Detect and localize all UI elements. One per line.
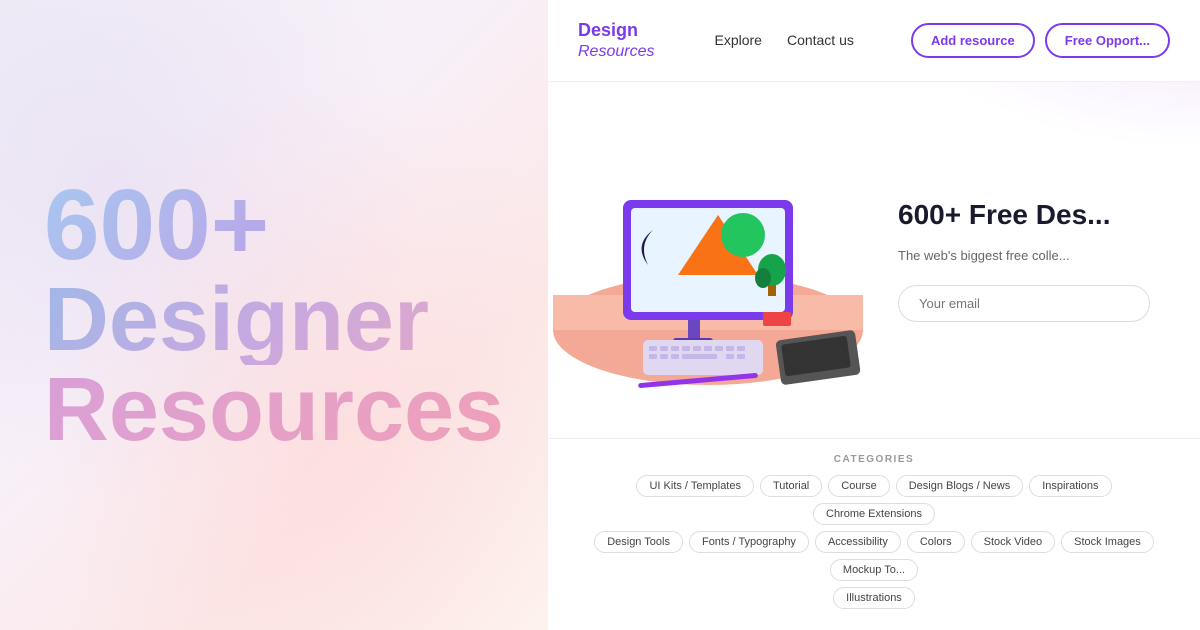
hero-subtitle: The web's biggest free colle... [898, 246, 1150, 266]
category-tag[interactable]: Mockup To... [830, 559, 918, 581]
category-tag[interactable]: Chrome Extensions [813, 503, 935, 525]
logo-resources: Resources [578, 42, 654, 61]
free-opport-button[interactable]: Free Opport... [1045, 23, 1170, 58]
illustration-container [548, 120, 878, 400]
hero-number: 600+ [44, 175, 504, 275]
hero-text-block: 600+ Designer Resources [44, 175, 504, 455]
hero-illustration [548, 120, 873, 400]
logo[interactable]: Design Resources [578, 20, 654, 61]
hero-word1: Designer [44, 275, 504, 365]
nav-explore[interactable]: Explore [714, 32, 761, 48]
category-tag[interactable]: Design Tools [594, 531, 683, 553]
category-tag[interactable]: Inspirations [1029, 475, 1111, 497]
category-tags-row-3: Illustrations [573, 587, 1175, 609]
left-panel: 600+ Designer Resources [0, 0, 548, 630]
category-tag[interactable]: Stock Video [971, 531, 1056, 553]
category-tag[interactable]: Colors [907, 531, 965, 553]
category-tags-row-2: Design Tools Fonts / Typography Accessibil… [573, 531, 1175, 581]
nav-buttons: Add resource Free Opport... [911, 23, 1170, 58]
category-tag[interactable]: Stock Images [1061, 531, 1154, 553]
category-tags-row-1: UI Kits / Templates Tutorial Course Design … [573, 475, 1175, 525]
email-input-wrap[interactable] [898, 285, 1150, 322]
hero-title: 600+ Free Des... [898, 197, 1150, 233]
category-tag[interactable]: Tutorial [760, 475, 822, 497]
email-input[interactable] [919, 296, 1129, 311]
add-resource-button[interactable]: Add resource [911, 23, 1035, 58]
categories-section: CATEGORIES UI Kits / Templates Tutorial Co… [548, 439, 1200, 630]
nav-contact[interactable]: Contact us [787, 32, 854, 48]
category-tag[interactable]: Fonts / Typography [689, 531, 809, 553]
nav-links: Explore Contact us [714, 32, 880, 48]
categories-label: CATEGORIES [573, 454, 1175, 465]
logo-design: Design [578, 20, 654, 42]
right-panel: Design Resources Explore Contact us Add … [548, 0, 1200, 630]
hero-word2: Resources [44, 365, 504, 455]
hero-content: 600+ Free Des... The web's biggest free … [898, 197, 1170, 322]
category-tag[interactable]: Accessibility [815, 531, 901, 553]
category-tag[interactable]: Course [828, 475, 889, 497]
navbar: Design Resources Explore Contact us Add … [548, 0, 1200, 82]
hero-section: 600+ Free Des... The web's biggest free … [548, 82, 1200, 438]
category-tag[interactable]: UI Kits / Templates [636, 475, 754, 497]
category-tag[interactable]: Design Blogs / News [896, 475, 1024, 497]
category-tag[interactable]: Illustrations [833, 587, 915, 609]
